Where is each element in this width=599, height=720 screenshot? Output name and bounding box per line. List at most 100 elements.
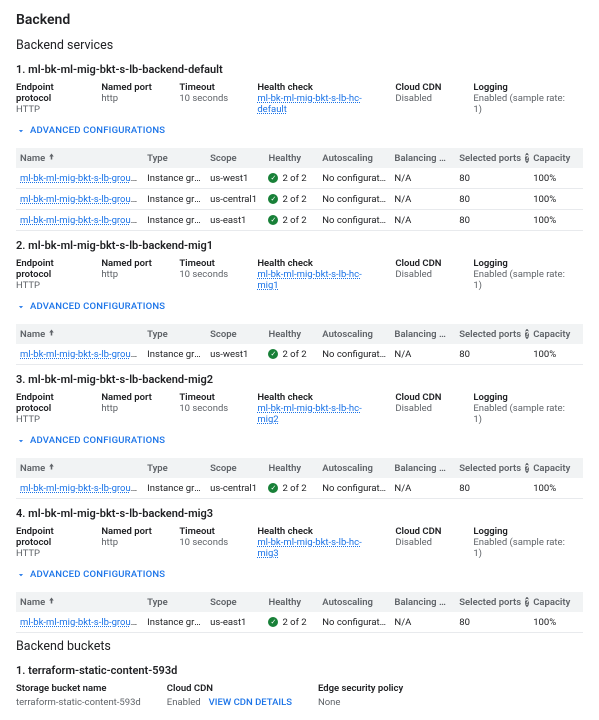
col-name[interactable]: Name: [16, 328, 143, 340]
chevron-down-icon: [16, 302, 26, 312]
meta-endpoint-value: HTTP: [16, 548, 83, 559]
chevron-down-icon: [16, 436, 26, 446]
healthy-cell: 2 of 2: [264, 215, 318, 226]
sort-ascending-icon: [47, 328, 56, 337]
meta-namedport-value: http: [101, 269, 161, 280]
col-scope: Scope: [206, 597, 264, 608]
col-capacity: Capacity: [529, 597, 583, 608]
healthy-cell: 2 of 2: [264, 349, 318, 360]
instance-group-link[interactable]: ml-bk-ml-mig-bkt-s-lb-group2-mig: [20, 483, 143, 494]
health-check-link[interactable]: ml-bk-ml-mig-bkt-s-lb-hc-mig1: [257, 269, 361, 291]
meta-cdn-value: Disabled: [395, 269, 455, 280]
meta-logging-value: Enabled (sample rate: 1): [473, 403, 565, 425]
meta-cdn-label: Cloud CDN: [395, 526, 455, 537]
meta-endpoint-label: Endpoint protocol: [16, 392, 83, 414]
meta-namedport-label: Named port: [101, 526, 161, 537]
meta-cdn-label: Cloud CDN: [395, 392, 455, 403]
service-meta: Endpoint protocolHTTP Named porthttp Tim…: [16, 258, 583, 291]
balancing-cell: N/A: [390, 349, 455, 360]
service-meta: Endpoint protocolHTTP Named porthttp Tim…: [16, 392, 583, 425]
instance-group-link[interactable]: ml-bk-ml-mig-bkt-s-lb-group1-mig: [20, 349, 143, 360]
meta-cdn-label: Cloud CDN: [395, 258, 455, 269]
capacity-cell: 100%: [529, 215, 583, 226]
backends-table: Name Type Scope Healthy Autoscaling Bala…: [16, 592, 583, 633]
meta-namedport-value: http: [101, 93, 161, 104]
meta-endpoint-label: Endpoint protocol: [16, 526, 83, 548]
meta-timeout-value: 10 seconds: [179, 269, 239, 280]
col-type: Type: [143, 329, 206, 340]
type-cell: Instance group: [143, 483, 206, 494]
table-row: ml-bk-ml-mig-bkt-s-lb-group1-mig Instanc…: [16, 168, 583, 189]
col-selected-ports: Selected ports?: [455, 463, 529, 474]
autoscaling-cell: No configuration: [318, 173, 390, 184]
table-row: ml-bk-ml-mig-bkt-s-lb-group2-mig Instanc…: [16, 478, 583, 499]
meta-endpoint-label: Endpoint protocol: [16, 258, 83, 280]
col-scope: Scope: [206, 153, 264, 164]
table-row: ml-bk-ml-mig-bkt-s-lb-group3-mig Instanc…: [16, 612, 583, 633]
autoscaling-cell: No configuration: [318, 617, 390, 628]
ports-cell: 80: [455, 617, 529, 628]
bucket-cdn-value: Enabled: [167, 697, 201, 708]
health-check-link[interactable]: ml-bk-ml-mig-bkt-s-lb-hc-default: [257, 93, 361, 115]
col-autoscaling: Autoscaling: [318, 153, 390, 164]
scope-cell: us-west1: [206, 173, 264, 184]
type-cell: Instance group: [143, 215, 206, 226]
ports-cell: 80: [455, 483, 529, 494]
meta-logging-label: Logging: [473, 82, 565, 93]
table-header-row: Name Type Scope Healthy Autoscaling Bala…: [16, 148, 583, 168]
col-name[interactable]: Name: [16, 152, 143, 164]
col-name[interactable]: Name: [16, 596, 143, 608]
meta-endpoint-value: HTTP: [16, 414, 83, 425]
health-check-link[interactable]: ml-bk-ml-mig-bkt-s-lb-hc-mig2: [257, 403, 361, 425]
instance-group-link[interactable]: ml-bk-ml-mig-bkt-s-lb-group2-mig: [20, 194, 143, 205]
capacity-cell: 100%: [529, 173, 583, 184]
meta-endpoint-value: HTTP: [16, 104, 83, 115]
ports-cell: 80: [455, 194, 529, 205]
meta-cdn-value: Disabled: [395, 403, 455, 414]
meta-timeout-label: Timeout: [179, 258, 239, 269]
advanced-configurations-toggle[interactable]: ADVANCED CONFIGURATIONS: [16, 301, 583, 312]
meta-logging-value: Enabled (sample rate: 1): [473, 93, 565, 115]
meta-endpoint-value: HTTP: [16, 280, 83, 291]
healthy-check-icon: [268, 483, 278, 493]
autoscaling-cell: No configuration: [318, 215, 390, 226]
ports-cell: 80: [455, 173, 529, 184]
bucket-edge-value: None: [318, 697, 403, 708]
healthy-check-icon: [268, 215, 278, 225]
instance-group-link[interactable]: ml-bk-ml-mig-bkt-s-lb-group3-mig: [20, 215, 143, 226]
col-scope: Scope: [206, 329, 264, 340]
backend-services-heading: Backend services: [16, 38, 583, 53]
scope-cell: us-central1: [206, 483, 264, 494]
meta-namedport-label: Named port: [101, 258, 161, 269]
bucket-title: 1. terraform-static-content-593d: [16, 664, 583, 677]
meta-timeout-value: 10 seconds: [179, 403, 239, 414]
view-cdn-details-button[interactable]: VIEW CDN DETAILS: [209, 697, 292, 708]
meta-namedport-value: http: [101, 403, 161, 414]
health-check-link[interactable]: ml-bk-ml-mig-bkt-s-lb-hc-mig3: [257, 537, 361, 559]
healthy-check-icon: [268, 194, 278, 204]
advanced-configurations-toggle[interactable]: ADVANCED CONFIGURATIONS: [16, 435, 583, 446]
col-healthy: Healthy: [264, 329, 318, 340]
sort-ascending-icon: [47, 462, 56, 471]
meta-timeout-value: 10 seconds: [179, 537, 239, 548]
backend-buckets-heading: Backend buckets: [16, 639, 583, 654]
col-name[interactable]: Name: [16, 462, 143, 474]
col-autoscaling: Autoscaling: [318, 463, 390, 474]
col-healthy: Healthy: [264, 463, 318, 474]
service-meta: Endpoint protocolHTTP Named porthttp Tim…: [16, 526, 583, 559]
healthy-cell: 2 of 2: [264, 483, 318, 494]
meta-logging-label: Logging: [473, 392, 565, 403]
col-capacity: Capacity: [529, 329, 583, 340]
autoscaling-cell: No configuration: [318, 349, 390, 360]
meta-namedport-label: Named port: [101, 392, 161, 403]
col-autoscaling: Autoscaling: [318, 597, 390, 608]
instance-group-link[interactable]: ml-bk-ml-mig-bkt-s-lb-group1-mig: [20, 173, 143, 184]
capacity-cell: 100%: [529, 483, 583, 494]
type-cell: Instance group: [143, 617, 206, 628]
instance-group-link[interactable]: ml-bk-ml-mig-bkt-s-lb-group3-mig: [20, 617, 143, 628]
advanced-configurations-toggle[interactable]: ADVANCED CONFIGURATIONS: [16, 125, 583, 136]
meta-cdn-label: Cloud CDN: [395, 82, 455, 93]
table-row: ml-bk-ml-mig-bkt-s-lb-group2-mig Instanc…: [16, 189, 583, 210]
advanced-configurations-toggle[interactable]: ADVANCED CONFIGURATIONS: [16, 569, 583, 580]
table-row: ml-bk-ml-mig-bkt-s-lb-group3-mig Instanc…: [16, 210, 583, 231]
